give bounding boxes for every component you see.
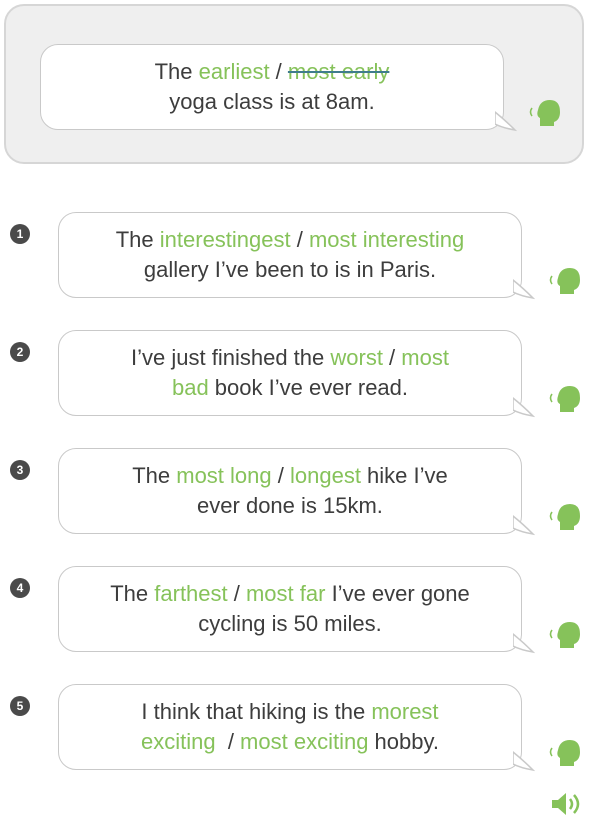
answer-option-2[interactable]: most interesting bbox=[309, 227, 464, 252]
bubble-tail bbox=[513, 515, 535, 536]
bubble-tail bbox=[495, 111, 517, 132]
speaking-head-icon[interactable] bbox=[526, 98, 562, 128]
bubble-tail bbox=[513, 751, 535, 772]
answer-option-2[interactable]: most far bbox=[246, 581, 325, 606]
answer-option-1[interactable]: worst bbox=[330, 345, 383, 370]
speaking-head-icon[interactable] bbox=[546, 620, 582, 650]
item-number-badge: 5 bbox=[10, 696, 30, 716]
example-panel: The earliest / most early yoga class is … bbox=[4, 4, 584, 164]
answer-option-1[interactable]: farthest bbox=[154, 581, 227, 606]
bubble-tail bbox=[513, 279, 535, 300]
speaking-head-icon[interactable] bbox=[546, 384, 582, 414]
example-answer-crossed-out: most early bbox=[287, 59, 390, 84]
answer-option-1[interactable]: morest bbox=[371, 699, 438, 724]
item-4-speech-bubble: The farthest / most far I’ve ever gone c… bbox=[58, 566, 535, 654]
example-line-1: The earliest / most early bbox=[154, 59, 390, 84]
example-speech-bubble: The earliest / most early yoga class is … bbox=[40, 44, 517, 132]
item-2-speech-bubble: I’ve just finished the worst / most bad … bbox=[58, 330, 535, 418]
answer-option-1-cont[interactable]: exciting bbox=[141, 729, 216, 754]
item-number-badge: 1 bbox=[10, 224, 30, 244]
answer-option-2-cont[interactable]: bad bbox=[172, 375, 209, 400]
item-number-badge: 4 bbox=[10, 578, 30, 598]
example-answer-chosen: earliest bbox=[198, 59, 270, 84]
answer-option-1[interactable]: interestingest bbox=[160, 227, 291, 252]
item-number-badge: 2 bbox=[10, 342, 30, 362]
item-5-speech-bubble: I think that hiking is the morest exciti… bbox=[58, 684, 535, 772]
answer-option-2[interactable]: most bbox=[401, 345, 449, 370]
item-3-speech-bubble: The most long / longest hike I’ve ever d… bbox=[58, 448, 535, 536]
speaking-head-icon[interactable] bbox=[546, 266, 582, 296]
bubble-tail bbox=[513, 633, 535, 654]
bubble-tail bbox=[513, 397, 535, 418]
answer-option-2[interactable]: most exciting bbox=[240, 729, 368, 754]
audio-speaker-icon[interactable] bbox=[550, 790, 586, 818]
item-number-badge: 3 bbox=[10, 460, 30, 480]
speaking-head-icon[interactable] bbox=[546, 738, 582, 768]
example-line-2: yoga class is at 8am. bbox=[169, 89, 375, 114]
speaking-head-icon[interactable] bbox=[546, 502, 582, 532]
answer-option-2[interactable]: longest bbox=[290, 463, 361, 488]
answer-option-1[interactable]: most long bbox=[176, 463, 271, 488]
item-1-speech-bubble: The interestingest / most interesting ga… bbox=[58, 212, 535, 300]
